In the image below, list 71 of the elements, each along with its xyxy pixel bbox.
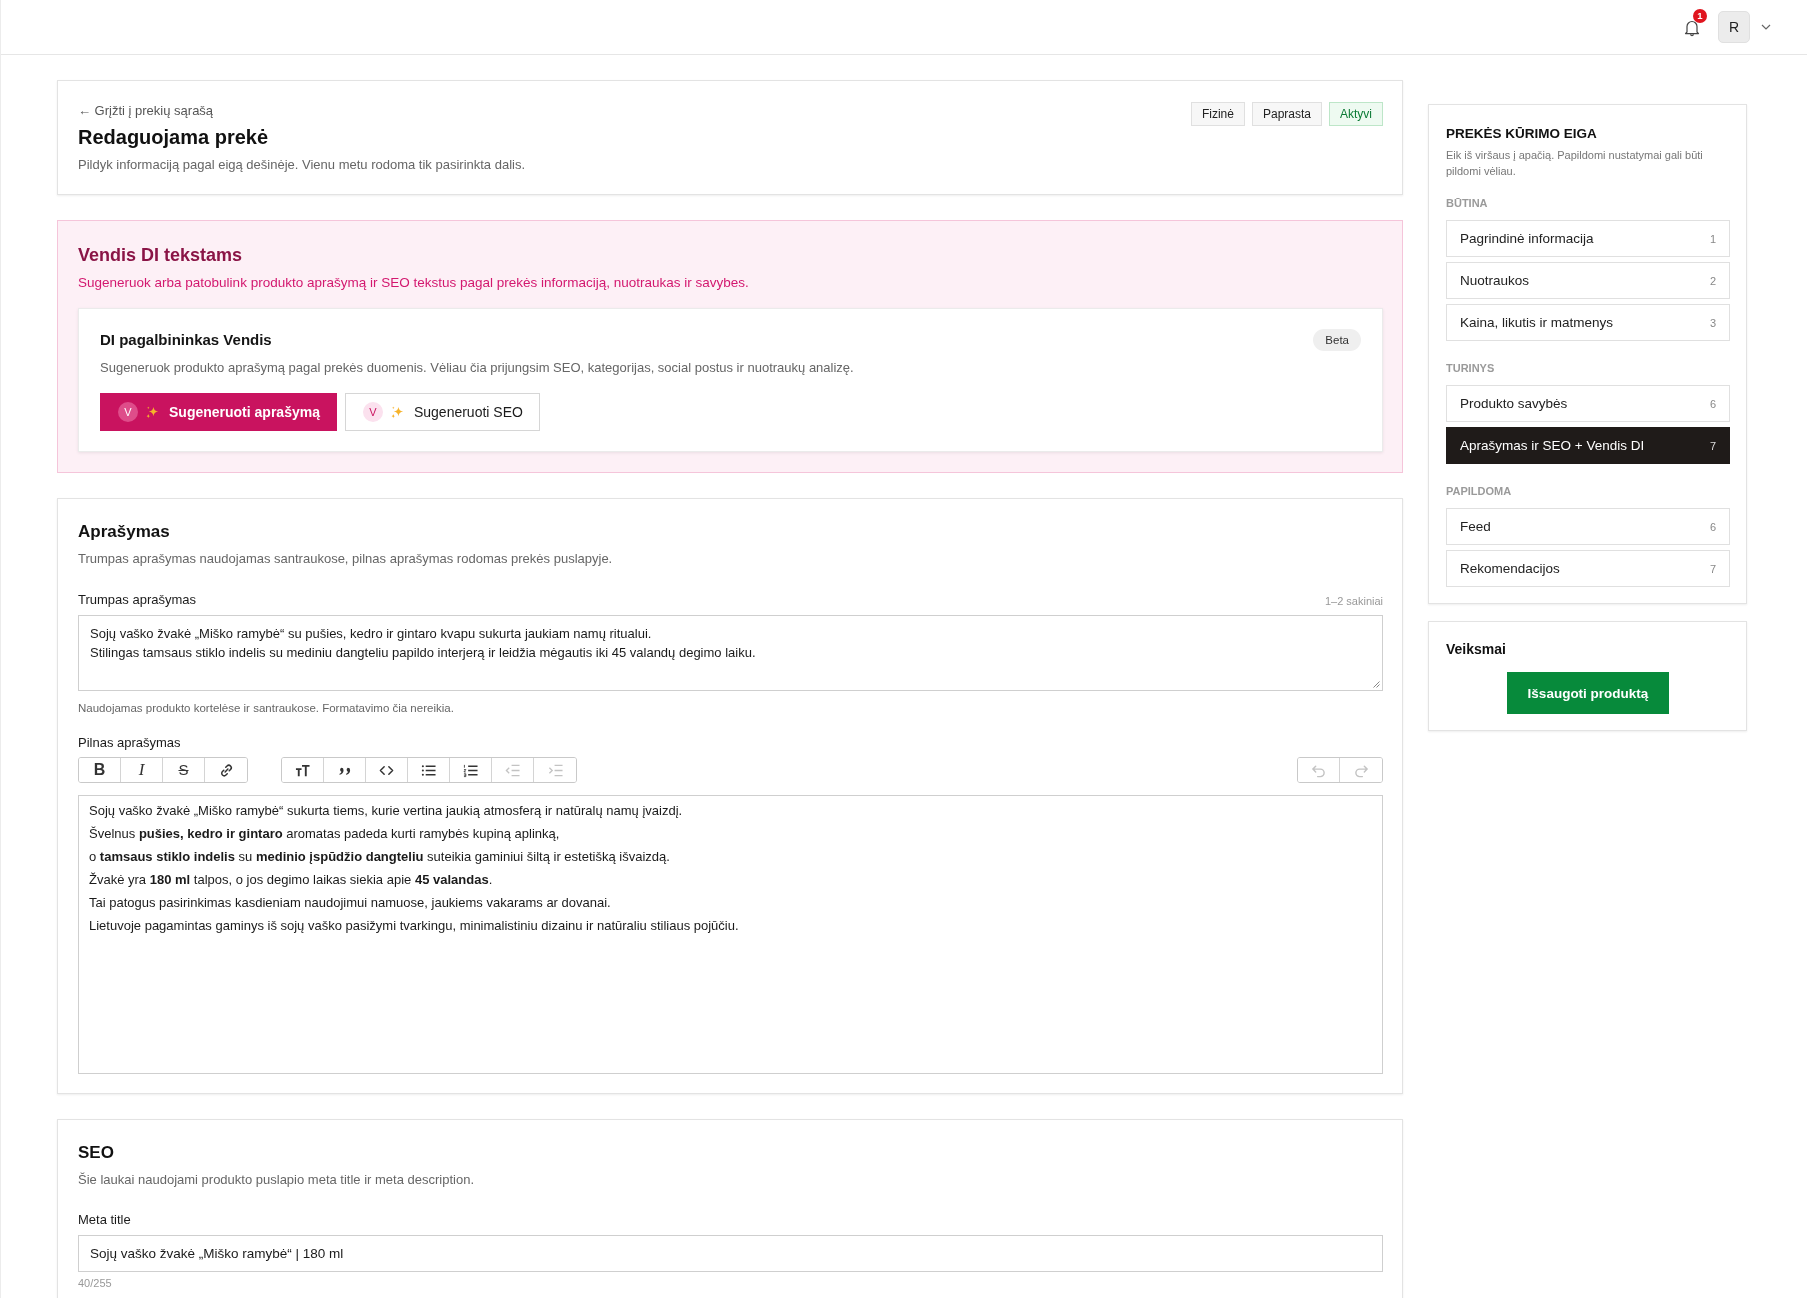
bell-icon: [1684, 19, 1700, 37]
editor-paragraph: Tai patogus pasirinkimas kasdieniam naudojimui namuose, jaukiems vakarams ar dovanai.: [89, 894, 612, 912]
group-label: BŪTINA: [1446, 196, 1489, 210]
field-label: Pilnas aprašymas: [78, 734, 182, 752]
group-label: TURINYS: [1446, 361, 1496, 375]
resize-handle-icon[interactable]: [1372, 680, 1380, 688]
assistant-avatar: V: [362, 402, 383, 422]
link-icon: [218, 762, 234, 778]
field-label: Meta title: [78, 1211, 132, 1229]
step-number: 1: [1709, 232, 1716, 245]
step-item[interactable]: Pagrindinė informacija 1: [1446, 220, 1730, 257]
step-number: 3: [1709, 316, 1716, 329]
editor-paragraph: Švelnus pušies, kedro ir gintaro aromatas padeda kurti ramybės kupiną aplinką,: [89, 825, 561, 843]
field-hint: 1–2 sakiniai: [1324, 594, 1383, 609]
sparkle-icon: [145, 404, 160, 420]
chevron-down-icon[interactable]: [1761, 24, 1771, 30]
notifications-button[interactable]: [1684, 19, 1700, 37]
step-item[interactable]: Rekomendacijos 7: [1446, 550, 1730, 587]
beta-tag: Beta: [1313, 329, 1361, 351]
editor-paragraph: Lietuvoje pagamintas gaminys iš sojų vaško pasižymi tvarkingu, minimalistiniu dizainu ir natūraliu stiliaus pojūčiu.: [89, 917, 740, 935]
assistant-description: Sugeneruok produkto aprašymą pagal prekės duomenis. Vėliau čia prijungsim SEO, kategorijas, social postus ir nuotraukų analizę.: [100, 359, 855, 377]
editor-paragraph: Sojų vaško žvakė „Miško ramybė“ sukurta tiems, kurie vertina jaukią atmosferą ir natūralų namų įvaizdį.: [89, 802, 684, 820]
step-item[interactable]: Kaina, likutis ir matmenys 3: [1446, 304, 1730, 341]
bold-button[interactable]: B: [79, 758, 121, 782]
step-number: 6: [1709, 397, 1716, 410]
generate-button[interactable]: V Sugeneruoti SEO: [344, 393, 540, 431]
sparkle-icon: [389, 404, 405, 420]
section-description: Šie laukai naudojami produkto puslapio meta title ir meta description.: [78, 1171, 475, 1189]
step-item[interactable]: Aprašymas ir SEO + Vendis DI 7: [1446, 427, 1730, 464]
step-item[interactable]: Nuotraukos 2: [1446, 262, 1730, 299]
page-subtitle: Pildyk informaciją pagal eigą dešinėje. Vienu metu rodoma tik pasirinkta dalis.: [78, 156, 526, 174]
editor-paragraph: Žvakė yra 180 ml talpos, o jos degimo laikas siekia apie 45 valandas.: [89, 871, 494, 889]
full-description-editor[interactable]: [78, 795, 1383, 1074]
assistant-title: DI pagalbininkas Vendis: [100, 330, 272, 350]
text-size-button[interactable]: [282, 758, 324, 782]
panel-title: Veiksmai: [1446, 640, 1507, 658]
step-number: 2: [1709, 274, 1716, 287]
step-item[interactable]: Produkto savybės 6: [1446, 385, 1730, 422]
editor-paragraph: o tamsaus stiklo indelis su medinio įspūdžio dangteliu suteikia gaminiui šiltą ir estetišką išvaizdą.: [89, 848, 671, 866]
outdent-icon: [505, 762, 520, 778]
text-size-icon: [295, 762, 310, 778]
user-avatar-button[interactable]: R: [1718, 11, 1750, 43]
section-description: Trumpas aprašymas naudojamas santraukose, pilnas aprašymas rodomas prekės puslapyje.: [78, 550, 614, 568]
notification-count: 1: [1693, 9, 1707, 23]
indent-icon: [547, 762, 563, 778]
section-title: Aprašymas: [78, 521, 171, 543]
bullet-list-icon: [421, 762, 436, 778]
generate-button[interactable]: V Sugeneruoti aprašymą: [100, 393, 337, 431]
step-number: 7: [1709, 562, 1716, 575]
field-label: Trumpas aprašymas: [78, 591, 196, 609]
product-tag: Fizinė: [1190, 102, 1245, 126]
panel-title: PREKĖS KŪRIMO EIGA: [1446, 125, 1598, 143]
ai-panel-subtitle: Sugeneruok arba patobulink produkto aprašymą ir SEO tekstus pagal prekės informaciją, nuotraukas ir savybes.: [78, 274, 750, 292]
panel-description: Eik iš viršaus į apačią. Papildomi nustatymai gali būti pildomi vėliau.: [1446, 148, 1704, 179]
assistant-avatar: V: [118, 402, 138, 422]
group-label: PAPILDOMA: [1446, 484, 1513, 498]
section-title: SEO: [78, 1142, 115, 1164]
ai-panel-title: Vendis DI tekstams: [78, 244, 244, 267]
short-description-field[interactable]: Sojų vaško žvakė „Miško ramybė“ su pušies, kedro ir gintaro kvapu sukurta jaukiam namų ritualui. Stilingas tamsaus stiklo indelis su mediniu dangteliu papildo interjerą ir leidžia mėgautis iki 45 valandų degimo laiku.: [78, 615, 1383, 691]
field-help-text: Naudojamas produkto kortelėse ir santraukose. Formatavimo čia nereikia.: [78, 701, 455, 716]
step-item[interactable]: Feed 6: [1446, 508, 1730, 545]
product-tag: Aktyvi: [1329, 102, 1383, 126]
character-counter: 40/255: [78, 1276, 113, 1290]
step-number: 7: [1709, 439, 1716, 452]
save-button[interactable]: Išsaugoti produktą: [1507, 672, 1669, 714]
numbered-list-icon: [463, 762, 478, 778]
step-number: 6: [1709, 520, 1716, 533]
meta-title-field[interactable]: Sojų vaško žvakė „Miško ramybė“ | 180 ml: [78, 1235, 1383, 1272]
product-tag: Paprasta: [1251, 102, 1322, 126]
back-link[interactable]: ← Grįžti į prekių sąrašą: [78, 102, 526, 120]
page-title: Redaguojama prekė: [78, 125, 270, 150]
